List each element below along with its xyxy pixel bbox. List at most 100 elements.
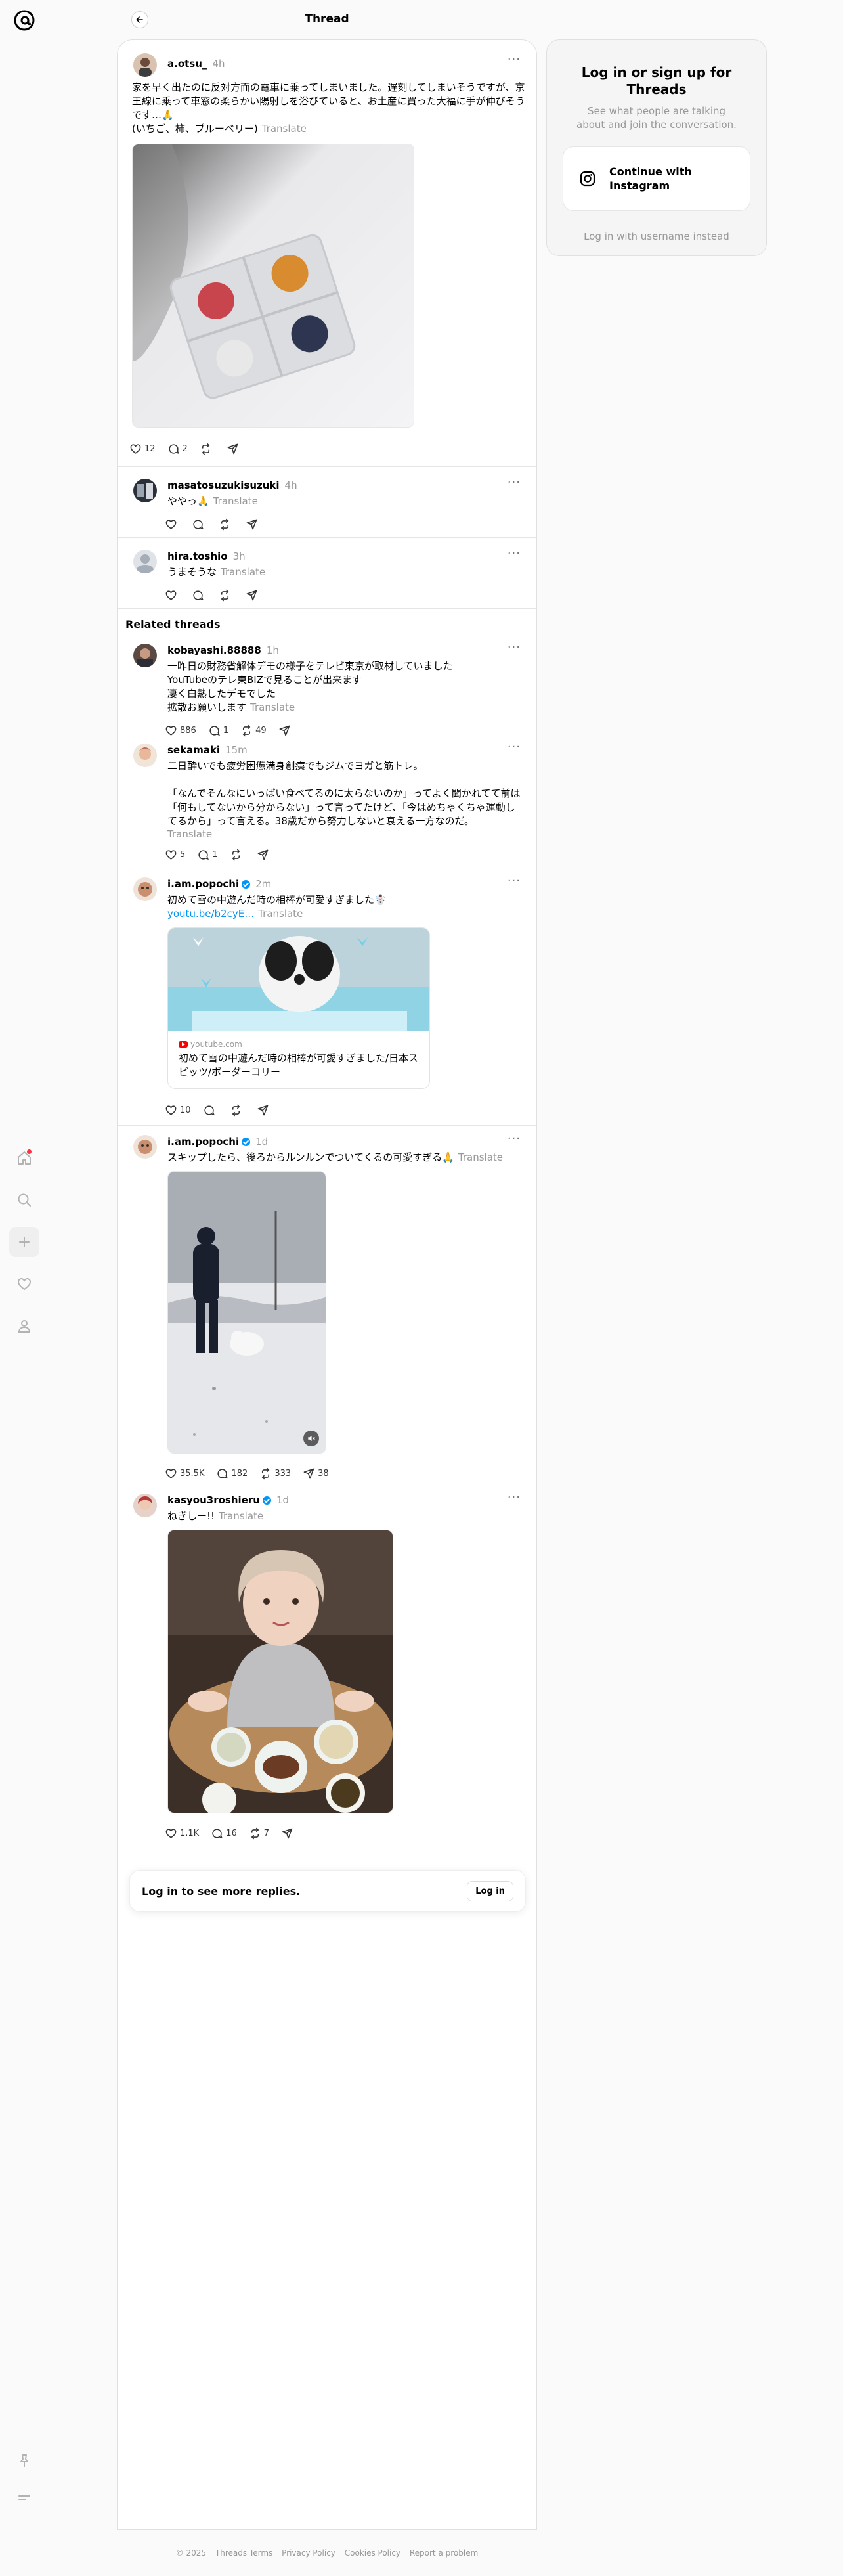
post-username[interactable]: i.am.popochi xyxy=(167,1136,239,1147)
link-preview-card[interactable]: youtube.com 初めて雪の中遊んだ時の相棒が可愛すぎました/日本スピッツ… xyxy=(167,927,430,1089)
like-button[interactable]: 10 xyxy=(165,1104,191,1117)
more-options-icon[interactable]: ··· xyxy=(508,642,521,654)
footer-terms-link[interactable]: Threads Terms xyxy=(215,2548,272,2558)
translate-link[interactable]: Translate xyxy=(167,828,521,840)
repost-button[interactable] xyxy=(230,1104,245,1117)
post-time: 4h xyxy=(212,58,225,70)
nav-search[interactable] xyxy=(9,1185,39,1215)
more-options-icon[interactable]: ··· xyxy=(508,548,521,560)
post-time: 1d xyxy=(255,1136,269,1147)
avatar[interactable] xyxy=(133,1135,157,1159)
reply-button[interactable]: 182 xyxy=(216,1467,248,1480)
translate-link[interactable]: Translate xyxy=(258,908,303,920)
repost-button[interactable]: 7 xyxy=(249,1827,269,1840)
reply-button[interactable]: 16 xyxy=(211,1827,237,1840)
login-username-link[interactable]: Log in with username instead xyxy=(547,231,766,242)
repost-button[interactable] xyxy=(230,849,245,861)
post-link[interactable]: youtu.be/b2cyE… xyxy=(167,908,254,920)
post-image[interactable] xyxy=(167,1530,393,1813)
more-options-icon[interactable]: ··· xyxy=(508,876,521,887)
repost-icon xyxy=(202,443,210,455)
like-button[interactable]: 12 xyxy=(129,443,156,455)
post-username[interactable]: hira.toshio xyxy=(167,550,228,562)
share-button[interactable] xyxy=(246,589,261,602)
avatar[interactable] xyxy=(133,877,157,901)
threads-logo-icon[interactable] xyxy=(13,9,35,32)
translate-link[interactable]: Translate xyxy=(458,1151,503,1163)
notification-dot xyxy=(27,1149,32,1154)
reply-button[interactable]: 2 xyxy=(167,443,188,455)
share-button[interactable] xyxy=(257,849,272,861)
reply-button[interactable] xyxy=(203,1104,218,1117)
translate-link[interactable]: Translate xyxy=(213,495,258,507)
related-threads-heading: Related threads xyxy=(125,618,221,631)
heart-icon xyxy=(165,849,177,860)
repost-button[interactable]: 333 xyxy=(259,1467,291,1480)
nav-home[interactable] xyxy=(9,1143,39,1173)
avatar[interactable] xyxy=(133,53,157,77)
translate-link[interactable]: Translate xyxy=(262,123,307,135)
post-text: 一昨日の財務省解体デモの様子をテレビ東京が取材していました YouTubeのテレ… xyxy=(167,660,453,713)
post-username[interactable]: masatosuzukisuzuki xyxy=(167,479,280,491)
repost-button[interactable] xyxy=(219,589,234,602)
post-video[interactable] xyxy=(167,1171,326,1454)
more-options-icon[interactable]: ··· xyxy=(508,1492,521,1503)
post-username[interactable]: kasyou3roshieru xyxy=(167,1494,260,1506)
repost-button[interactable] xyxy=(219,518,234,531)
post-image[interactable] xyxy=(132,144,414,428)
related-post: i.am.popochi 2m ··· 初めて雪の中遊んだ時の相棒が可愛すぎまし… xyxy=(118,868,536,1126)
share-button[interactable] xyxy=(227,443,242,455)
like-button[interactable]: 1.1K xyxy=(165,1827,199,1840)
post-username[interactable]: sekamaki xyxy=(167,744,220,756)
continue-with-instagram-button[interactable]: Continue with Instagram xyxy=(563,146,750,211)
repost-icon xyxy=(261,1467,270,1479)
heart-icon xyxy=(165,1828,177,1838)
nav-activity[interactable] xyxy=(9,1269,39,1299)
post-text: スキップしたら、後ろからルンルンでついてくるの可愛すぎる🙏 Translate xyxy=(167,1151,503,1163)
nav-create[interactable] xyxy=(9,1227,39,1257)
login-button[interactable]: Log in xyxy=(467,1880,513,1901)
share-button[interactable] xyxy=(246,518,261,531)
footer-copyright: © 2025 xyxy=(175,2548,207,2558)
footer-cookies-link[interactable]: Cookies Policy xyxy=(345,2548,400,2558)
nav-profile[interactable] xyxy=(9,1311,39,1341)
like-button[interactable]: 5 xyxy=(165,849,185,861)
post-username[interactable]: i.am.popochi xyxy=(167,878,239,890)
post-username[interactable]: kobayashi.88888 xyxy=(167,644,261,656)
translate-link[interactable]: Translate xyxy=(250,701,295,713)
share-button[interactable] xyxy=(281,1827,296,1840)
share-button[interactable]: 38 xyxy=(303,1467,329,1480)
post-username[interactable]: a.otsu_ xyxy=(167,58,207,70)
footer-report-link[interactable]: Report a problem xyxy=(410,2548,478,2558)
translate-link[interactable]: Translate xyxy=(221,566,265,578)
avatar[interactable] xyxy=(133,550,157,573)
avatar[interactable] xyxy=(133,644,157,667)
reply-button[interactable] xyxy=(192,518,207,531)
send-icon xyxy=(227,443,238,454)
send-icon xyxy=(303,1468,314,1478)
comment-icon xyxy=(204,1105,215,1115)
translate-link[interactable]: Translate xyxy=(219,1510,263,1522)
heart-icon xyxy=(165,519,177,529)
nav-pin[interactable] xyxy=(9,2446,39,2476)
repost-button[interactable] xyxy=(200,443,215,455)
footer-privacy-link[interactable]: Privacy Policy xyxy=(282,2548,335,2558)
login-more-replies-text: Log in to see more replies. xyxy=(142,1884,301,1898)
reply-button[interactable] xyxy=(192,589,207,602)
like-button[interactable]: 35.5K xyxy=(165,1467,204,1480)
reply-button[interactable]: 1 xyxy=(197,849,218,861)
mute-button[interactable] xyxy=(303,1431,319,1446)
more-options-icon[interactable]: ··· xyxy=(508,1133,521,1145)
avatar[interactable] xyxy=(133,744,157,767)
left-nav-rail xyxy=(0,0,50,2576)
more-options-icon[interactable]: ··· xyxy=(508,742,521,753)
share-button[interactable] xyxy=(257,1104,272,1117)
more-options-icon[interactable]: ··· xyxy=(508,477,521,489)
like-button[interactable] xyxy=(165,518,180,531)
avatar[interactable] xyxy=(133,479,157,502)
like-button[interactable] xyxy=(165,589,180,602)
avatar[interactable] xyxy=(133,1494,157,1517)
link-domain: youtube.com xyxy=(179,1040,419,1049)
nav-menu[interactable] xyxy=(9,2483,39,2513)
more-options-icon[interactable]: ··· xyxy=(508,54,521,66)
